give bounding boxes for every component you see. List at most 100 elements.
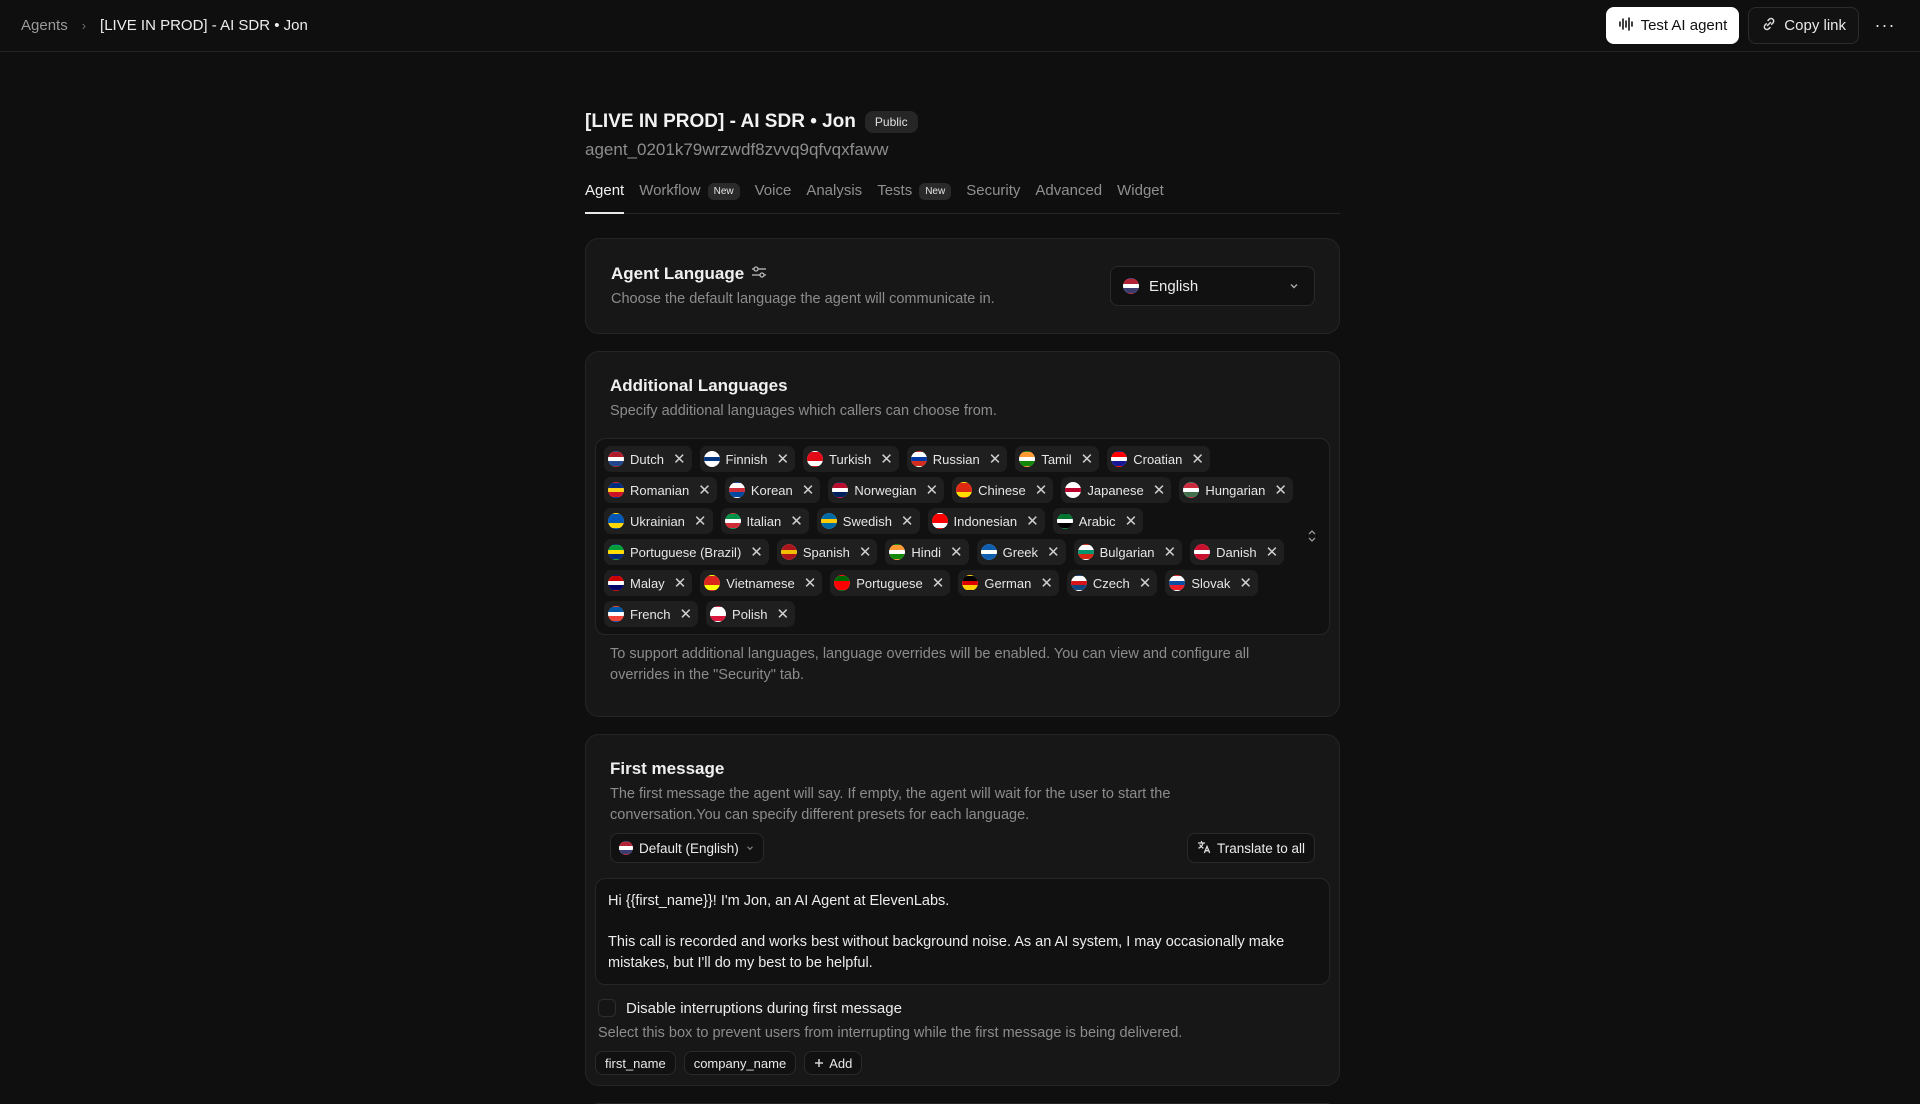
tab-tests[interactable]: Tests New xyxy=(877,176,952,214)
tab-advanced[interactable]: Advanced xyxy=(1035,176,1102,214)
language-chip-hindi[interactable]: Hindi ✕ xyxy=(885,539,969,565)
language-chip-russian[interactable]: Russian ✕ xyxy=(906,446,1008,472)
remove-icon[interactable]: ✕ xyxy=(901,514,914,529)
language-chip-french[interactable]: French ✕ xyxy=(604,601,699,627)
translate-to-all-button[interactable]: Translate to all xyxy=(1186,833,1315,863)
remove-icon[interactable]: ✕ xyxy=(679,607,692,622)
cz-flag-icon xyxy=(1070,575,1087,591)
tab-widget[interactable]: Widget xyxy=(1117,176,1164,214)
more-options-icon[interactable]: ··· xyxy=(1868,7,1902,44)
language-preset-select[interactable]: Default (English) xyxy=(610,833,764,863)
language-chip-norwegian[interactable]: Norwegian ✕ xyxy=(828,477,945,503)
remove-icon[interactable]: ✕ xyxy=(698,483,711,498)
remove-icon[interactable]: ✕ xyxy=(673,452,686,467)
language-chip-indonesian[interactable]: Indonesian ✕ xyxy=(927,508,1045,534)
language-chip-slovak[interactable]: Slovak ✕ xyxy=(1165,570,1258,596)
language-chip-label: Russian xyxy=(932,451,980,467)
language-chip-dutch[interactable]: Dutch ✕ xyxy=(604,446,692,472)
test-ai-agent-button[interactable]: Test AI agent xyxy=(1605,7,1740,44)
variable-chip[interactable]: first_name xyxy=(595,1051,676,1075)
language-chip-italian[interactable]: Italian ✕ xyxy=(720,508,809,534)
remove-icon[interactable]: ✕ xyxy=(1274,483,1287,498)
remove-icon[interactable]: ✕ xyxy=(1191,452,1204,467)
remove-icon[interactable]: ✕ xyxy=(776,607,789,622)
language-chip-swedish[interactable]: Swedish ✕ xyxy=(816,508,920,534)
remove-icon[interactable]: ✕ xyxy=(1153,483,1166,498)
language-chip-bulgarian[interactable]: Bulgarian ✕ xyxy=(1073,539,1183,565)
language-chip-tamil[interactable]: Tamil ✕ xyxy=(1015,446,1100,472)
se-flag-icon xyxy=(820,513,837,529)
chevron-up-down-icon[interactable] xyxy=(1307,529,1317,544)
remove-icon[interactable]: ✕ xyxy=(859,545,872,560)
remove-icon[interactable]: ✕ xyxy=(1125,514,1138,529)
remove-icon[interactable]: ✕ xyxy=(1035,483,1048,498)
language-chip-list: Dutch ✕ Finnish ✕ Turkish ✕ Russian ✕ Tamil ✕ Croa… xyxy=(604,446,1294,627)
remove-icon[interactable]: ✕ xyxy=(926,483,939,498)
language-settings-icon[interactable] xyxy=(751,264,767,284)
language-chip-malay[interactable]: Malay ✕ xyxy=(604,570,693,596)
disable-interruptions-row: Disable interruptions during first messa… xyxy=(598,999,902,1017)
add-variable-button[interactable]: Add xyxy=(804,1051,863,1075)
language-chip-turkish[interactable]: Turkish ✕ xyxy=(803,446,899,472)
language-chip-arabic[interactable]: Arabic ✕ xyxy=(1052,508,1144,534)
language-chip-spanish[interactable]: Spanish ✕ xyxy=(776,539,878,565)
remove-icon[interactable]: ✕ xyxy=(880,452,893,467)
breadcrumb-root[interactable]: Agents xyxy=(21,17,68,34)
remove-icon[interactable]: ✕ xyxy=(1164,545,1177,560)
language-chip-hungarian[interactable]: Hungarian ✕ xyxy=(1179,477,1293,503)
language-chip-polish[interactable]: Polish ✕ xyxy=(706,601,796,627)
additional-languages-multiselect[interactable]: Dutch ✕ Finnish ✕ Turkish ✕ Russian ✕ Tamil ✕ Croa… xyxy=(595,438,1330,635)
language-chip-label: Ukrainian xyxy=(630,513,685,529)
language-chip-greek[interactable]: Greek ✕ xyxy=(976,539,1066,565)
language-chip-japanese[interactable]: Japanese ✕ xyxy=(1061,477,1172,503)
language-chip-chinese[interactable]: Chinese ✕ xyxy=(952,477,1054,503)
breadcrumb-separator: › xyxy=(81,18,87,33)
tab-workflow[interactable]: Workflow New xyxy=(639,176,740,214)
remove-icon[interactable]: ✕ xyxy=(802,483,815,498)
tab-voice[interactable]: Voice xyxy=(755,176,792,214)
language-chip-ukrainian[interactable]: Ukrainian ✕ xyxy=(604,508,713,534)
remove-icon[interactable]: ✕ xyxy=(776,452,789,467)
remove-icon[interactable]: ✕ xyxy=(1026,514,1039,529)
tab-security[interactable]: Security xyxy=(966,176,1020,214)
remove-icon[interactable]: ✕ xyxy=(674,576,687,591)
language-chip-romanian[interactable]: Romanian ✕ xyxy=(604,477,717,503)
remove-icon[interactable]: ✕ xyxy=(1266,545,1279,560)
language-chip-czech[interactable]: Czech ✕ xyxy=(1066,570,1158,596)
copy-link-button[interactable]: Copy link xyxy=(1748,7,1859,44)
add-variable-label: Add xyxy=(829,1055,853,1071)
agent-language-select[interactable]: English xyxy=(1110,266,1315,306)
tab-widget-label: Widget xyxy=(1117,182,1164,199)
tab-agent[interactable]: Agent xyxy=(585,176,625,214)
remove-icon[interactable]: ✕ xyxy=(1139,576,1152,591)
remove-icon[interactable]: ✕ xyxy=(804,576,817,591)
remove-icon[interactable]: ✕ xyxy=(694,514,707,529)
remove-icon[interactable]: ✕ xyxy=(790,514,803,529)
remove-icon[interactable]: ✕ xyxy=(950,545,963,560)
language-chip-label: German xyxy=(984,575,1032,591)
disable-interruptions-checkbox[interactable] xyxy=(598,999,616,1017)
language-chip-label: Italian xyxy=(746,513,782,529)
tab-voice-label: Voice xyxy=(754,182,792,199)
remove-icon[interactable]: ✕ xyxy=(1040,576,1053,591)
language-chip-label: Indonesian xyxy=(953,513,1018,529)
link-icon xyxy=(1761,16,1777,36)
remove-icon[interactable]: ✕ xyxy=(1081,452,1094,467)
language-chip-finnish[interactable]: Finnish ✕ xyxy=(699,446,796,472)
language-chip-portuguese[interactable]: Portuguese ✕ xyxy=(830,570,951,596)
language-chip-german[interactable]: German ✕ xyxy=(958,570,1059,596)
language-chip-portuguese-brazil[interactable]: Portuguese (Brazil) ✕ xyxy=(604,539,769,565)
language-chip-danish[interactable]: Danish ✕ xyxy=(1190,539,1285,565)
remove-icon[interactable]: ✕ xyxy=(1047,545,1060,560)
remove-icon[interactable]: ✕ xyxy=(750,545,763,560)
variable-chip[interactable]: company_name xyxy=(683,1051,797,1075)
disable-interruptions-help: Select this box to prevent users from in… xyxy=(598,1025,1183,1041)
first-message-textarea[interactable]: Hi {{first_name}}! I'm Jon, an AI Agent … xyxy=(595,878,1330,985)
remove-icon[interactable]: ✕ xyxy=(989,452,1002,467)
remove-icon[interactable]: ✕ xyxy=(932,576,945,591)
tab-analysis[interactable]: Analysis xyxy=(806,176,862,214)
language-chip-vietnamese[interactable]: Vietnamese ✕ xyxy=(700,570,823,596)
language-chip-korean[interactable]: Korean ✕ xyxy=(724,477,821,503)
remove-icon[interactable]: ✕ xyxy=(1239,576,1252,591)
language-chip-croatian[interactable]: Croatian ✕ xyxy=(1107,446,1210,472)
